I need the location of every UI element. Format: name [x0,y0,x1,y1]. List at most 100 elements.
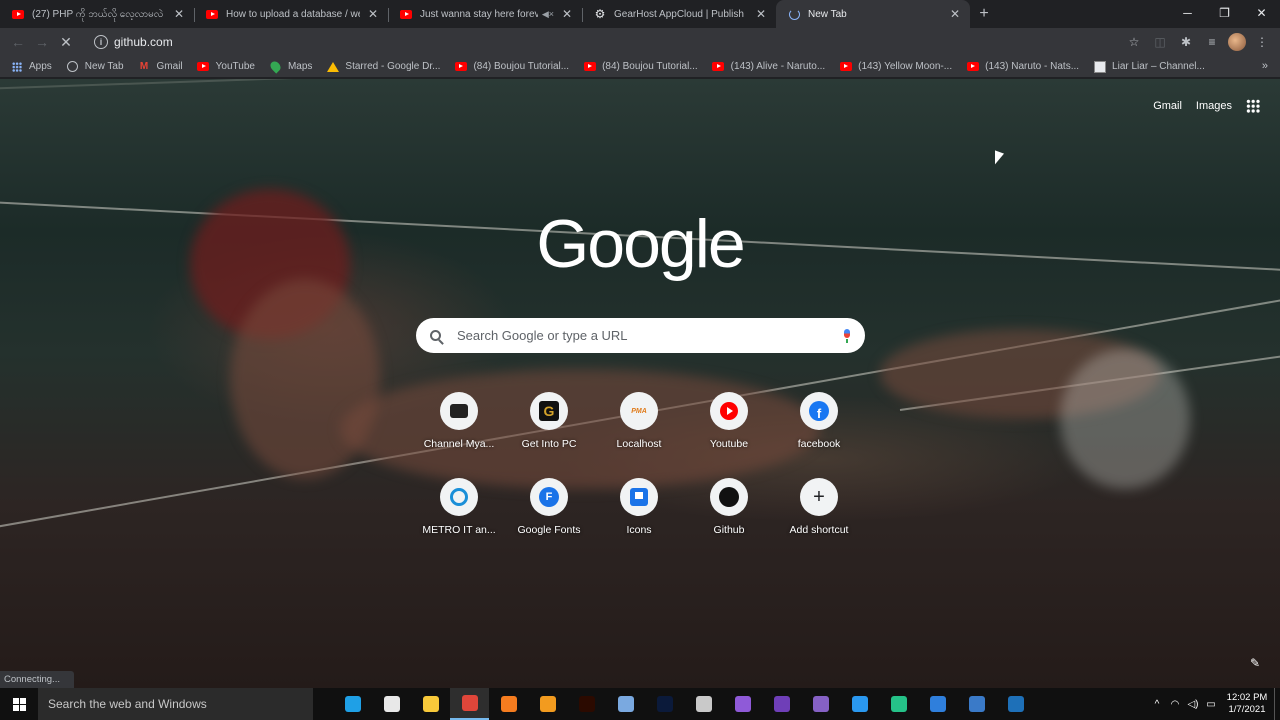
forward-button[interactable]: → [30,30,54,54]
new-tab-button[interactable]: + [970,0,998,28]
taskbar-apps [333,688,1035,720]
shortcut-tile[interactable]: Youtube [684,392,774,450]
url-text[interactable]: github.com [114,35,173,49]
chevron-up-icon[interactable]: ^ [1148,699,1166,710]
start-button[interactable] [0,688,38,720]
taskbar-search[interactable]: Search the web and Windows [38,688,313,720]
taskbar-app-git[interactable] [723,688,762,720]
close-icon[interactable]: ✕ [560,7,574,21]
customize-pencil-icon[interactable]: ✎ [1250,656,1260,670]
shortcut-tile[interactable]: f facebook [774,392,864,450]
close-icon[interactable]: ✕ [172,7,186,21]
puzzle-icon[interactable]: ✱ [1176,30,1196,54]
app-blue-icon [929,696,946,712]
bookmark-maps[interactable]: Maps [268,59,312,74]
chevron-right-icon[interactable]: » [1262,60,1268,72]
menu-icon[interactable]: ⋮ [1252,30,1272,54]
add-shortcut-button[interactable]: + Add shortcut [774,478,864,536]
shortcut-tile[interactable]: Icons [594,478,684,536]
close-icon[interactable]: ✕ [754,7,768,21]
taskbar-app-visual-studio[interactable] [801,688,840,720]
extension-disabled-icon[interactable]: ◫ [1150,30,1170,54]
taskbar-app-vscode[interactable] [840,688,879,720]
bookmark-label: Apps [29,61,52,72]
taskbar-app-app-blue[interactable] [918,688,957,720]
bookmark-new-tab[interactable]: New Tab [66,60,124,73]
bookmark-item[interactable]: (143) Yellow Moon-... [839,60,952,73]
close-icon[interactable]: ✕ [366,7,380,21]
shortcut-tile[interactable]: Channel Mya... [414,392,504,450]
taskbar-app-edge[interactable] [333,688,372,720]
gmail-icon: M [139,61,149,72]
shortcut-tile[interactable]: G Get Into PC [504,392,594,450]
taskbar-app-sublime[interactable] [528,688,567,720]
search-box[interactable] [416,318,865,353]
bookmark-youtube[interactable]: YouTube [197,60,255,73]
microphone-icon[interactable] [843,328,851,343]
background-photo-figure [1060,349,1190,489]
images-link[interactable]: Images [1196,100,1232,112]
taskbar-app-file-explorer[interactable] [411,688,450,720]
bookmark-item[interactable]: (84) Boujou Tutorial... [454,60,569,73]
status-bubble: Connecting... [0,671,74,688]
bookmark-item[interactable]: (84) Boujou Tutorial... [583,60,698,73]
tab[interactable]: (27) PHP ကို ဘယ်လို လေ့လာမလဲ ✕ [0,0,194,28]
bookmark-item[interactable]: (143) Alive - Naruto... [712,60,825,73]
taskbar-app-app-purple[interactable] [762,688,801,720]
taskbar-app-xampp[interactable] [489,688,528,720]
restore-button[interactable]: ❐ [1206,0,1243,26]
taskbar-app-app-window[interactable] [957,688,996,720]
shortcut-label: Google Fonts [517,524,581,536]
media-control-icon[interactable]: ≡ [1202,30,1222,54]
bookmark-gmail[interactable]: M Gmail [138,60,183,73]
clock[interactable]: 12:02 PM 1/7/2021 [1220,692,1274,716]
bookmark-label: (84) Boujou Tutorial... [473,61,570,72]
app-ide-icon [1007,696,1024,712]
tab-active[interactable]: New Tab ✕ [776,0,970,28]
wifi-icon[interactable]: ◠ [1166,699,1184,710]
loading-spinner-icon [788,8,800,20]
minimize-button[interactable]: ─ [1169,0,1206,26]
shortcut-tile[interactable]: Github [684,478,774,536]
bookmark-item[interactable]: Liar Liar – Channel... [1093,60,1205,73]
bookmark-apps[interactable]: Apps [10,60,52,73]
avatar[interactable] [1228,33,1246,51]
notification-icon[interactable]: ▭ [1202,699,1220,710]
google-apps-icon[interactable] [1246,99,1260,113]
app-window-icon [968,696,985,712]
taskbar-app-app-green[interactable] [879,688,918,720]
shortcut-tile[interactable]: METRO IT an... [414,478,504,536]
shortcut-tile[interactable]: F Google Fonts [504,478,594,536]
stop-button[interactable]: ✕ [54,30,78,54]
github-icon [710,478,748,516]
tab[interactable]: How to upload a database / web ✕ [194,0,388,28]
tab[interactable]: ⚙ GearHost AppCloud | Publish ✕ [582,0,776,28]
info-icon[interactable]: i [94,35,108,49]
drive-icon [326,60,339,73]
vscode-icon [851,696,868,712]
star-icon[interactable]: ☆ [1124,30,1144,54]
tab[interactable]: Just wanna stay here forever ◀× ✕ [388,0,582,28]
volume-icon[interactable]: ◁) [1184,699,1202,710]
bookmark-drive[interactable]: Starred - Google Dr... [326,60,440,73]
show-desktop-button[interactable] [1274,688,1280,720]
close-window-button[interactable]: ✕ [1243,0,1280,26]
tab-title: (27) PHP ကို ဘယ်လို လေ့လာမလဲ [32,8,164,20]
edge-icon [344,696,361,712]
taskbar-app-gimp-like[interactable] [684,688,723,720]
taskbar-app-virtualbox[interactable] [606,688,645,720]
back-button[interactable]: ← [6,30,30,54]
taskbar-app-photoshop[interactable] [645,688,684,720]
shortcut-tile[interactable]: PMA Localhost [594,392,684,450]
gmail-link[interactable]: Gmail [1153,100,1182,112]
search-input[interactable] [457,328,843,343]
bookmark-item[interactable]: (143) Naruto - Nats... [966,60,1079,73]
taskbar-app-app-ide[interactable] [996,688,1035,720]
taskbar-app-chrome[interactable] [450,688,489,720]
close-icon[interactable]: ✕ [948,7,962,21]
address-bar[interactable]: i github.com [86,30,1146,54]
taskbar-app-illustrator[interactable] [567,688,606,720]
speaker-muted-icon[interactable]: ◀× [542,9,554,20]
taskbar-app-store[interactable] [372,688,411,720]
bookmark-label: (143) Naruto - Nats... [985,61,1080,72]
